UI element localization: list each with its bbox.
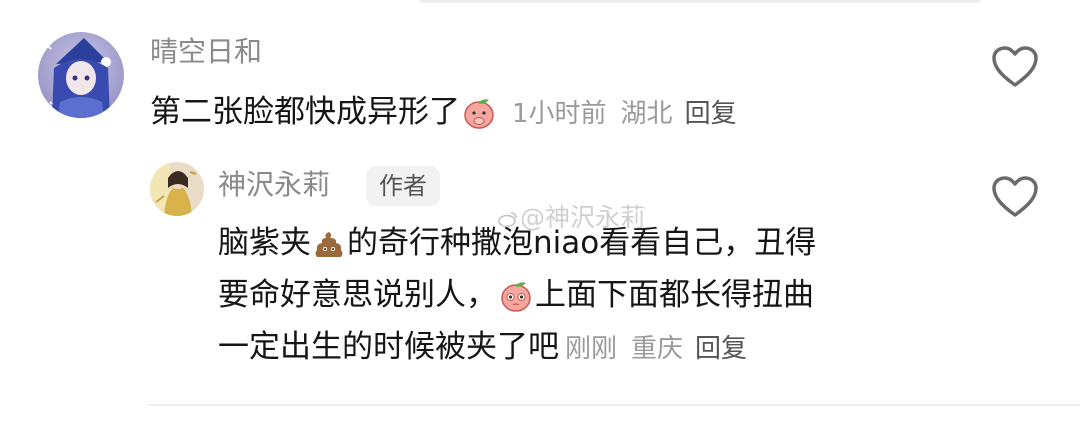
reply-reply-button[interactable]: 回复 (695, 334, 747, 364)
reply-text-1b: 的奇行种撒泡niao看看自己，丑得 (347, 225, 817, 261)
reply-button[interactable]: 回复 (685, 99, 737, 129)
reply-like-heart-icon[interactable] (991, 175, 1039, 219)
reply-text-1a: 脑紫夹 (218, 225, 311, 261)
reply-location: 重庆 (631, 334, 684, 364)
reply-time: 刚刚 (565, 334, 618, 364)
comment-location: 湖北 (620, 99, 673, 129)
reply-text-2a: 要命好意思说别人， (218, 277, 497, 313)
top-divider (420, 0, 980, 3)
comment-text: 第二张脸都快成异形了 1小时前 湖北 回复 (150, 85, 737, 147)
peach-face-emoji-icon (462, 93, 496, 147)
author-badge: 作者 (366, 166, 440, 206)
reply-text-3: 一定出生的时候被夹了吧 (218, 329, 559, 365)
comment-time: 1小时前 (512, 99, 607, 129)
reply-line-3: 一定出生的时候被夹了吧 刚刚 重庆 回复 (218, 320, 747, 376)
reply-text-2b: 上面下面都长得扭曲 (535, 277, 814, 313)
bottom-divider (148, 404, 1080, 406)
reply-username[interactable]: 神沢永莉 (218, 168, 330, 202)
like-heart-icon[interactable] (991, 45, 1039, 89)
avatar[interactable] (38, 32, 124, 118)
comment-body: 第二张脸都快成异形了 (150, 94, 460, 130)
reply-avatar[interactable] (150, 162, 204, 216)
username[interactable]: 晴空日和 (150, 35, 262, 69)
